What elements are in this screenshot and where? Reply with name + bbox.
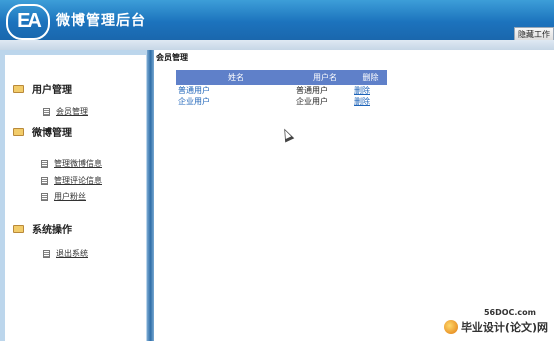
app-logo: EA bbox=[6, 4, 50, 40]
member-table: 姓名 用户名 删除 普通用户 普通用户 删除 企业用户 企业用户 删除 bbox=[176, 70, 387, 107]
sidebar-item-user-fans[interactable]: 用户粉丝 bbox=[41, 191, 86, 202]
sidebar-item-logout[interactable]: 退出系统 bbox=[43, 248, 88, 259]
column-header-delete: 删除 bbox=[354, 70, 387, 85]
sidebar-section-user-management[interactable]: 用户管理 bbox=[13, 81, 72, 96]
folder-icon bbox=[13, 224, 24, 233]
sidebar-section-label: 系统操作 bbox=[32, 225, 72, 236]
sidebar-item-label: 会员管理 bbox=[56, 107, 88, 116]
column-header-name: 姓名 bbox=[176, 70, 296, 85]
column-header-username: 用户名 bbox=[296, 70, 354, 85]
watermark-domain: 56DOC.com bbox=[483, 308, 536, 317]
folder-icon bbox=[13, 127, 24, 136]
document-icon bbox=[41, 176, 48, 185]
name-cell: 企业用户 bbox=[178, 97, 210, 106]
table-row: 普通用户 普通用户 删除 bbox=[176, 85, 387, 96]
username-cell: 企业用户 bbox=[296, 97, 328, 106]
watermark-text: 毕业设计(论文)网 bbox=[460, 321, 548, 334]
sidebar-section-system[interactable]: 系统操作 bbox=[13, 221, 72, 236]
sidebar-section-weibo-management[interactable]: 微博管理 bbox=[13, 124, 72, 139]
document-icon bbox=[43, 249, 50, 258]
table-row: 企业用户 企业用户 删除 bbox=[176, 96, 387, 107]
document-icon bbox=[43, 107, 50, 116]
sidebar-item-member-management[interactable]: 会员管理 bbox=[43, 106, 88, 117]
delete-link[interactable]: 删除 bbox=[354, 86, 370, 95]
frame-splitter[interactable] bbox=[147, 50, 154, 341]
page-title: 会员管理 bbox=[156, 53, 188, 62]
app-title: 微博管理后台 bbox=[56, 13, 146, 29]
sidebar-item-label: 退出系统 bbox=[56, 249, 88, 258]
main-content: 会员管理 姓名 用户名 删除 普通用户 普通用户 删除 企业用户 企业用户 删除 bbox=[154, 50, 554, 341]
sidebar-section-label: 用户管理 bbox=[32, 85, 72, 96]
table-header-row: 姓名 用户名 删除 bbox=[176, 70, 387, 85]
document-icon bbox=[41, 159, 48, 168]
sidebar-item-manage-comments[interactable]: 管理评论信息 bbox=[41, 175, 102, 186]
sidebar-item-manage-weibo[interactable]: 管理微博信息 bbox=[41, 158, 102, 169]
sidebar-menu: 用户管理 会员管理 微博管理 管理微博信息 管理评论信息 用户粉丝 系统操作 退… bbox=[5, 55, 146, 341]
username-cell: 普通用户 bbox=[296, 86, 328, 95]
delete-link[interactable]: 删除 bbox=[354, 97, 370, 106]
sidebar-item-label: 管理微博信息 bbox=[54, 159, 102, 168]
sidebar-section-label: 微博管理 bbox=[32, 128, 72, 139]
document-icon bbox=[41, 192, 48, 201]
folder-icon bbox=[13, 84, 24, 93]
app-header: EA 微博管理后台 隐藏工作 bbox=[0, 0, 554, 42]
name-cell: 普通用户 bbox=[178, 86, 210, 95]
sidebar-item-label: 管理评论信息 bbox=[54, 176, 102, 185]
sidebar-item-label: 用户粉丝 bbox=[54, 192, 86, 201]
watermark-logo-icon bbox=[443, 320, 458, 334]
sidebar: 用户管理 会员管理 微博管理 管理微博信息 管理评论信息 用户粉丝 系统操作 退… bbox=[0, 50, 153, 341]
watermark-badge: 毕业设计(论文)网 bbox=[443, 319, 548, 335]
